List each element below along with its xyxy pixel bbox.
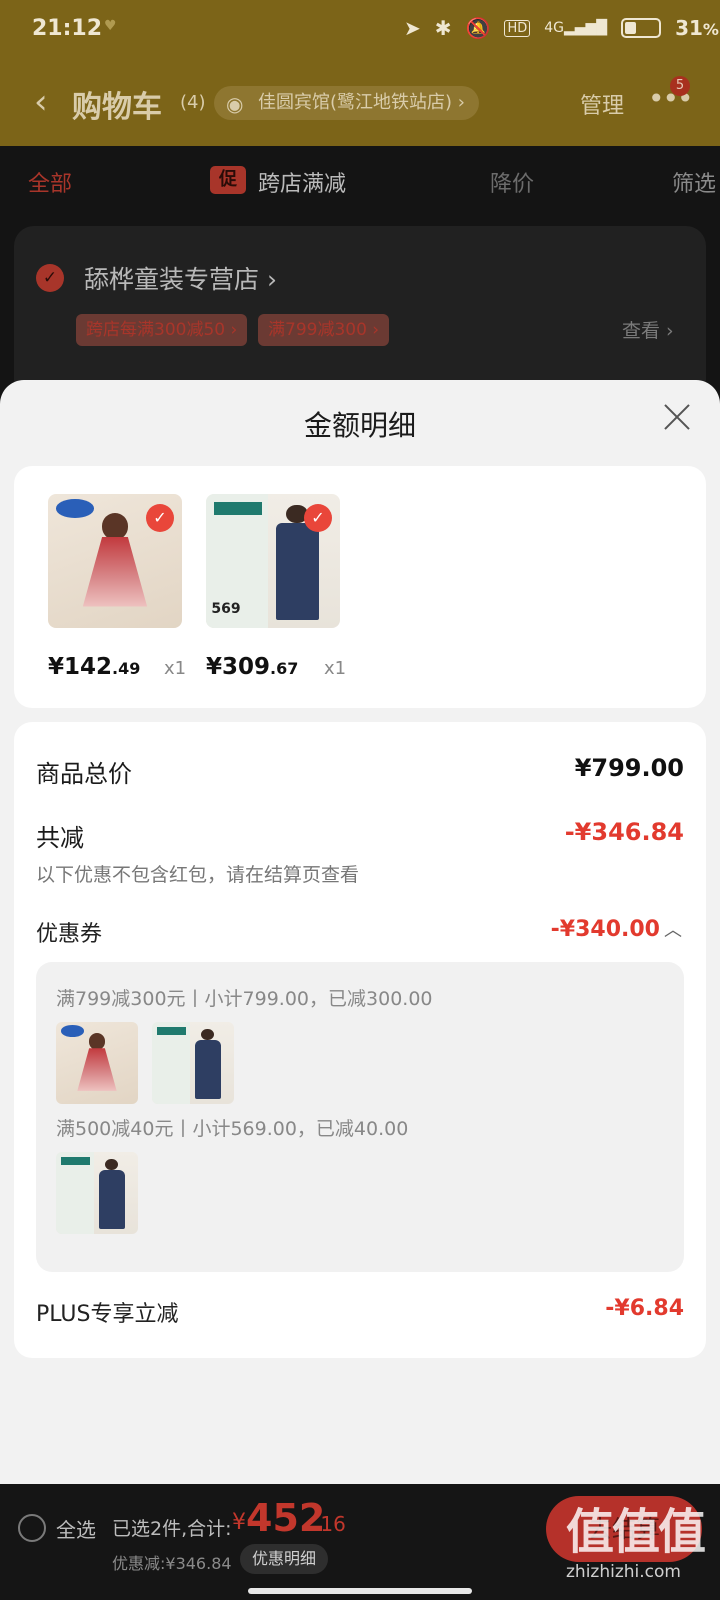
signal-icon: 4G▂▄▆█ bbox=[544, 20, 608, 36]
brand-logo bbox=[60, 1025, 84, 1037]
promo-price: 569 bbox=[211, 601, 241, 618]
watermark-logo: 值值值 bbox=[566, 1504, 706, 1560]
promo-tag[interactable]: 满799减300 › bbox=[258, 314, 390, 346]
promo-icon: 促 bbox=[210, 166, 246, 194]
tab-price-drop[interactable]: 降价 bbox=[490, 166, 534, 198]
discount-note: 以下优惠不包含红包，请在结算页查看 bbox=[36, 864, 360, 886]
thumb-pajamas bbox=[152, 1022, 234, 1104]
coupon-toggle[interactable]: -¥340.00 ︿ bbox=[551, 916, 682, 942]
amount-detail-sheet: 金额明细 ✓ 569 ✓ ¥142.49 x1 ¥309.67 x1 商品总价 … bbox=[0, 380, 720, 1484]
figure-head bbox=[101, 512, 129, 540]
promo-tag[interactable]: 跨店每满300减50 › bbox=[76, 314, 248, 346]
coupon-rule: 满500减40元丨小计569.00，已减40.00 bbox=[56, 1118, 409, 1140]
battery-icon bbox=[621, 18, 662, 38]
pajamas-photo bbox=[56, 1152, 138, 1234]
discount-summary: 优惠减:¥346.84 bbox=[112, 1554, 232, 1573]
coupon-label: 优惠券 bbox=[36, 922, 103, 947]
product-price: ¥142.49 bbox=[48, 654, 141, 680]
plus-label: PLUS专享立减 bbox=[36, 1302, 179, 1327]
total-currency: ¥ bbox=[232, 1510, 246, 1535]
filter-tabs: 全部 促 跨店满减 降价 筛选 bbox=[0, 146, 720, 216]
status-icons: ➤ ✱ 🔕 HD 4G▂▄▆█ 31% bbox=[404, 16, 720, 40]
select-all-label[interactable]: 全选 bbox=[56, 1514, 96, 1543]
sheet-title: 金额明细 bbox=[303, 409, 416, 442]
manage-button[interactable]: 管理 bbox=[580, 88, 624, 120]
product-image-pajamas[interactable]: 569 ✓ bbox=[206, 494, 340, 628]
store-check-icon[interactable]: ✓ bbox=[36, 264, 64, 292]
page-title: 购物车 bbox=[72, 90, 162, 125]
reduce-label: 共减 bbox=[36, 824, 84, 852]
product-price: ¥309.67 bbox=[206, 654, 299, 680]
brand-tag bbox=[214, 502, 263, 516]
store-name[interactable]: 舔桦童装专营店 › bbox=[84, 260, 277, 296]
thumb-dress bbox=[56, 1022, 138, 1104]
coupon-detail-box: 满799减300元丨小计799.00，已减300.00 满500减40元丨小计5… bbox=[36, 962, 684, 1272]
figure-suit bbox=[194, 1040, 221, 1100]
brand-tag bbox=[156, 1026, 187, 1036]
checkout-bar: 全选 已选2件,合计: ¥ 452 .16 优惠减:¥346.84 优惠明细 去… bbox=[0, 1484, 720, 1600]
tab-filter[interactable]: 筛选 bbox=[672, 166, 716, 198]
figure-suit bbox=[98, 1170, 125, 1230]
watermark-url: zhizhizhi.com bbox=[566, 1562, 681, 1582]
total-decimal: .16 bbox=[314, 1512, 346, 1536]
figure-head bbox=[88, 1033, 106, 1050]
cart-nav: ‹ 购物车 (4) ◉ 佳圆宾馆(鹭江地铁站店) › 管理 ••• 5 bbox=[0, 74, 720, 134]
notification-dot-icon: ♥ bbox=[104, 18, 117, 34]
select-all-radio[interactable] bbox=[18, 1514, 46, 1542]
back-icon[interactable]: ‹ bbox=[34, 82, 48, 122]
status-bar: 21:12 ♥ ➤ ✱ 🔕 HD 4G▂▄▆█ 31% bbox=[0, 0, 720, 60]
product-qty: x1 bbox=[164, 658, 187, 679]
thumb-pajamas bbox=[56, 1152, 138, 1234]
brand-logo bbox=[56, 499, 94, 519]
coupon-rule: 满799减300元丨小计799.00，已减300.00 bbox=[56, 988, 433, 1010]
product-qty: x1 bbox=[324, 658, 347, 679]
selected-summary: 已选2件,合计: bbox=[112, 1518, 232, 1540]
reduce-value: -¥346.84 bbox=[564, 818, 684, 846]
tab-cross-store[interactable]: 跨店满减 bbox=[258, 166, 346, 198]
dress-photo bbox=[56, 1022, 138, 1104]
chevron-up-icon: ︿ bbox=[664, 920, 682, 941]
product-card: ✓ 569 ✓ ¥142.49 x1 ¥309.67 x1 bbox=[14, 466, 706, 708]
pajamas-photo bbox=[152, 1022, 234, 1104]
location-icon: ➤ bbox=[404, 16, 421, 40]
plus-value: -¥6.84 bbox=[605, 1296, 684, 1321]
bluetooth-icon: ✱ bbox=[434, 16, 452, 40]
view-link[interactable]: 查看 › bbox=[622, 316, 674, 343]
status-time: 21:12 bbox=[32, 16, 103, 41]
chevron-right-icon: › bbox=[457, 92, 465, 113]
total-value: ¥799.00 bbox=[574, 754, 684, 782]
total-label: 商品总价 bbox=[36, 760, 132, 788]
price-breakdown-card: 商品总价 ¥799.00 共减 -¥346.84 以下优惠不包含红包，请在结算页… bbox=[14, 722, 706, 1358]
figure-suit bbox=[275, 523, 319, 620]
figure-dress bbox=[77, 1048, 117, 1091]
brand-tag bbox=[60, 1156, 91, 1166]
hd-icon: HD bbox=[504, 19, 531, 37]
close-icon[interactable] bbox=[660, 400, 694, 434]
tab-all[interactable]: 全部 bbox=[28, 166, 72, 198]
product-image-dress[interactable]: ✓ bbox=[48, 494, 182, 628]
discount-detail-button[interactable]: 优惠明细 bbox=[240, 1544, 329, 1574]
check-icon[interactable]: ✓ bbox=[146, 504, 174, 532]
home-indicator[interactable] bbox=[248, 1588, 472, 1594]
figure-head bbox=[201, 1028, 215, 1041]
eye-icon: ◉ bbox=[226, 92, 244, 116]
check-icon[interactable]: ✓ bbox=[304, 504, 332, 532]
battery-percent: 31% bbox=[675, 16, 719, 40]
message-badge: 5 bbox=[670, 76, 690, 96]
address-text: 佳圆宾馆(鹭江地铁站店) bbox=[258, 92, 453, 113]
figure-head bbox=[105, 1158, 119, 1171]
cart-count: (4) bbox=[180, 92, 206, 113]
figure-dress bbox=[82, 536, 148, 607]
mute-icon: 🔕 bbox=[465, 16, 491, 40]
address-selector[interactable]: ◉ 佳圆宾馆(鹭江地铁站店) › bbox=[214, 86, 479, 120]
